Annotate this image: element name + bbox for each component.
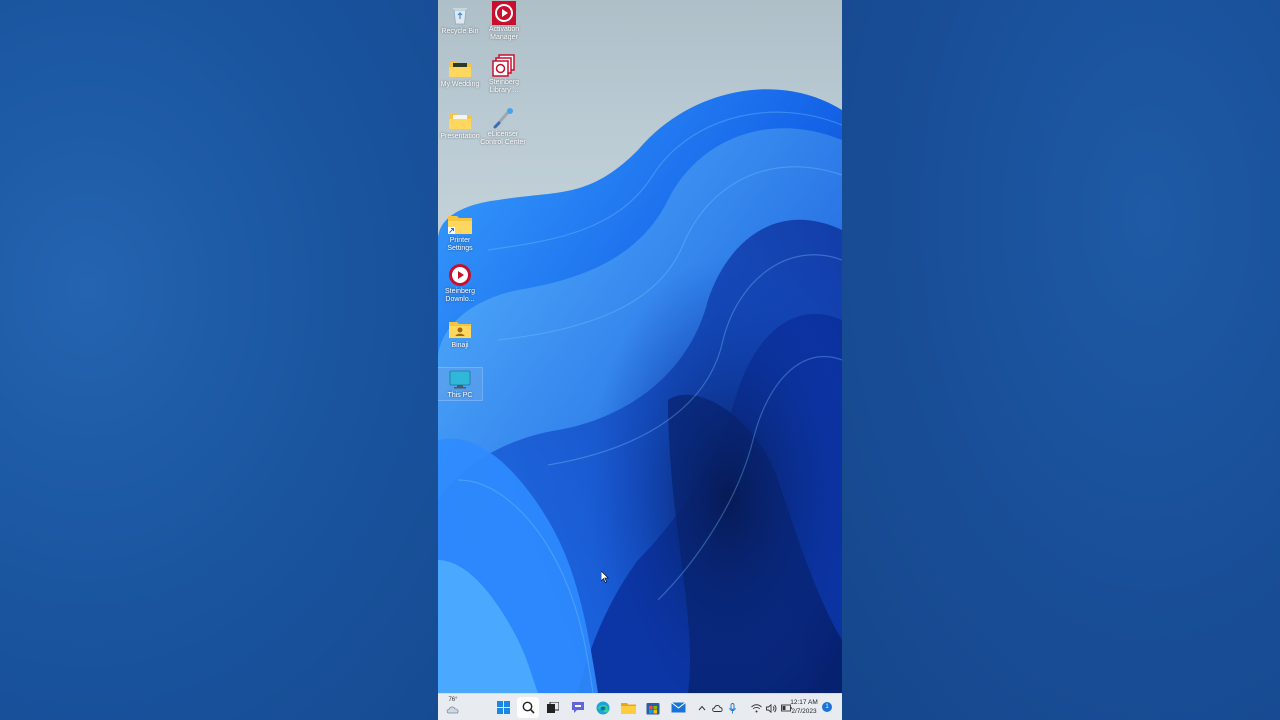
desktop-icon-label: eLicenser Control Center bbox=[480, 131, 526, 146]
folder-icon bbox=[448, 108, 472, 132]
taskbar-clock[interactable]: 12:17 AM 2/7/2023 bbox=[786, 698, 822, 716]
system-tray bbox=[696, 699, 792, 717]
folder-icon bbox=[448, 56, 472, 80]
desktop-icon-activation-manager[interactable]: Activation Manager bbox=[482, 1, 526, 42]
chat-icon bbox=[572, 702, 584, 713]
search-button[interactable] bbox=[517, 697, 539, 718]
desktop-icon-label: Recycle Bin bbox=[441, 28, 479, 35]
desktop-icon-label: Presentation bbox=[440, 133, 480, 140]
desktop-icon-steinberg-library[interactable]: Steinberg Library ... bbox=[482, 54, 526, 95]
folder-shortcut-icon bbox=[448, 212, 472, 236]
user-folder-icon bbox=[448, 317, 472, 341]
search-icon bbox=[522, 701, 535, 714]
desktop-icon-steinberg-download[interactable]: Steinberg Downlo... bbox=[438, 263, 482, 304]
clock-time: 12:17 AM bbox=[790, 699, 818, 706]
microsoft-store-button[interactable] bbox=[642, 697, 664, 718]
task-view-icon bbox=[547, 702, 559, 713]
taskbar: 76° 12:17 AM 2/7/2023 1 bbox=[438, 693, 842, 720]
speaker-icon bbox=[765, 703, 776, 713]
edge-button[interactable] bbox=[592, 697, 614, 718]
desktop-icon-label: This PC bbox=[447, 392, 473, 399]
background-left bbox=[0, 0, 438, 720]
desktop-icon-label: Activation Manager bbox=[488, 26, 520, 41]
file-explorer-button[interactable] bbox=[617, 697, 639, 718]
desktop-icon-my-wedding[interactable]: My Wedding bbox=[438, 56, 482, 89]
steinberg-download-icon bbox=[448, 263, 472, 287]
notification-badge[interactable]: 1 bbox=[822, 702, 832, 712]
microphone-button[interactable] bbox=[726, 701, 738, 715]
chevron-up-icon bbox=[698, 705, 706, 711]
onedrive-button[interactable] bbox=[711, 701, 723, 715]
mail-button[interactable] bbox=[667, 697, 689, 718]
background-right bbox=[842, 0, 1280, 720]
microphone-icon bbox=[728, 702, 736, 713]
mail-icon bbox=[670, 702, 686, 713]
bloom-wallpaper bbox=[438, 0, 842, 693]
volume-button[interactable] bbox=[765, 701, 777, 715]
desktop-icon-printer-settings[interactable]: Printer Settings bbox=[438, 212, 482, 253]
teams-chat-button[interactable] bbox=[567, 697, 589, 718]
desktop-icon-this-pc[interactable]: This PC bbox=[438, 367, 483, 401]
desktop-icon-recycle-bin[interactable]: Recycle Bin bbox=[438, 3, 482, 36]
start-button[interactable] bbox=[492, 697, 514, 718]
onedrive-cloud-icon bbox=[711, 705, 723, 712]
task-view-button[interactable] bbox=[542, 697, 564, 718]
desktop-icon-label: Printer Settings bbox=[447, 237, 473, 252]
desktop-icon-label: Steinberg Library ... bbox=[489, 79, 519, 94]
desktop-icon-elicenser[interactable]: eLicenser Control Center bbox=[480, 106, 526, 147]
recycle-bin-icon bbox=[448, 3, 472, 27]
activation-manager-icon bbox=[492, 1, 516, 25]
desktop-icon-label: Steinberg Downlo... bbox=[445, 288, 475, 303]
show-hidden-icons-button[interactable] bbox=[696, 701, 708, 715]
desktop-icon-binaji[interactable]: Binaji bbox=[438, 317, 482, 350]
weather-temperature: 76° bbox=[448, 697, 458, 703]
monitor-icon bbox=[448, 368, 472, 391]
clock-date: 2/7/2023 bbox=[791, 708, 817, 715]
elicenser-icon bbox=[492, 106, 516, 130]
edge-icon bbox=[596, 701, 610, 714]
desktop-icon-label: Binaji bbox=[451, 342, 469, 349]
wifi-button[interactable] bbox=[750, 701, 762, 715]
windows-logo-icon bbox=[496, 701, 510, 714]
steinberg-library-icon bbox=[492, 54, 516, 78]
folder-icon bbox=[620, 702, 636, 714]
wifi-icon bbox=[750, 703, 762, 712]
desktop-icon-presentation[interactable]: Presentation bbox=[438, 108, 482, 141]
desktop-screen: Recycle Bin Activation Manager My Weddin… bbox=[438, 0, 842, 720]
weather-widget[interactable]: 76° bbox=[442, 697, 464, 717]
store-icon bbox=[646, 702, 660, 714]
mouse-cursor-icon bbox=[601, 571, 609, 583]
cloud-icon bbox=[446, 706, 459, 714]
desktop-icon-label: My Wedding bbox=[440, 81, 480, 88]
taskbar-apps bbox=[492, 697, 689, 718]
